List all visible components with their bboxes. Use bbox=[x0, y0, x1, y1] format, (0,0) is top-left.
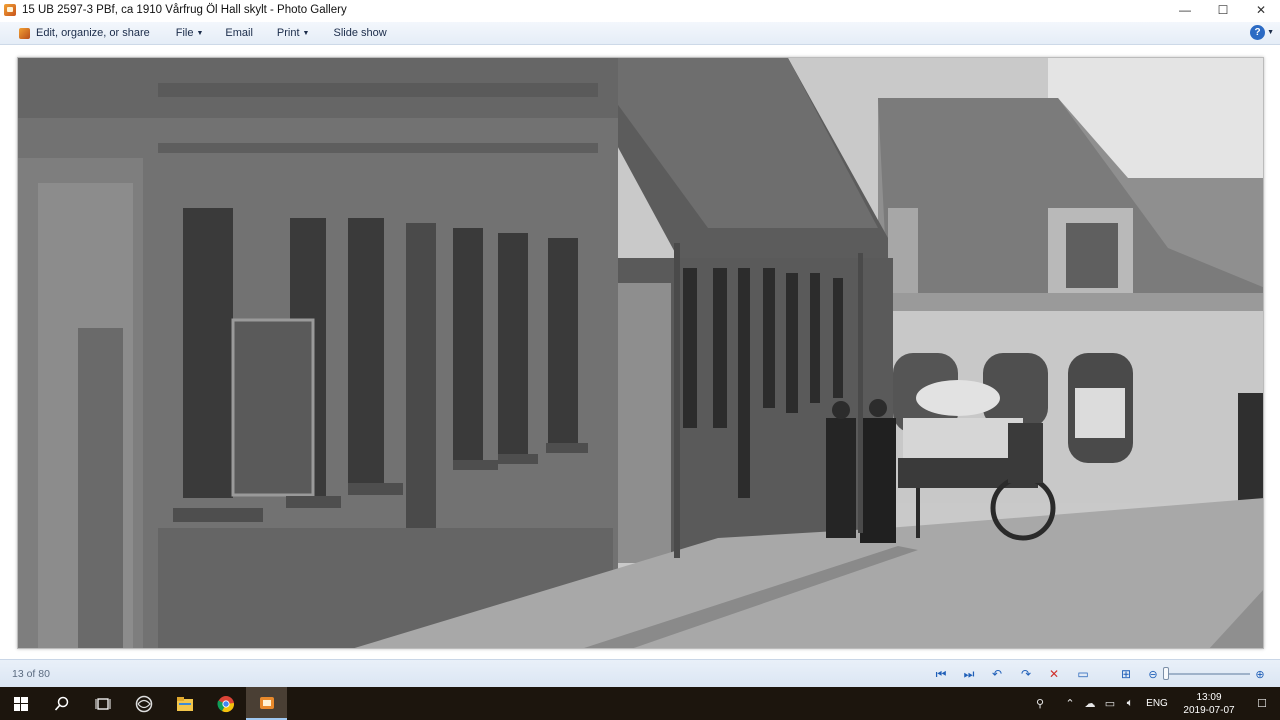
delete-button[interactable]: ✕ bbox=[1046, 666, 1062, 682]
minimize-button[interactable]: — bbox=[1166, 0, 1204, 20]
input-language[interactable]: ENG bbox=[1140, 698, 1174, 709]
clock-date: 2019-07-07 bbox=[1183, 704, 1235, 716]
rotate-left-icon: ↶ bbox=[991, 667, 1003, 681]
photo-viewer bbox=[0, 46, 1280, 658]
photo-gallery-icon bbox=[259, 696, 274, 709]
system-tray: ⚲ ⌃ ☁ ▭ 🔈︎ ENG 13:09 2019-07-07 ☐ bbox=[1030, 687, 1280, 720]
start-icon bbox=[13, 696, 28, 711]
photo-gallery-app-icon bbox=[4, 4, 16, 16]
delete-icon: ✕ bbox=[1048, 667, 1060, 681]
street-photo-image bbox=[18, 58, 1263, 648]
zoom-slider-track[interactable] bbox=[1166, 673, 1250, 675]
battery-icon[interactable]: ▭ bbox=[1100, 697, 1120, 710]
file-menu-label: File bbox=[175, 27, 194, 39]
search-icon bbox=[54, 696, 68, 711]
people-icon[interactable]: ⚲ bbox=[1030, 697, 1050, 710]
email-label: Email bbox=[225, 27, 253, 39]
previous-button[interactable]: ⏮ bbox=[933, 666, 949, 682]
taskbar-file-explorer[interactable] bbox=[164, 687, 205, 720]
next-button[interactable]: ⏭ bbox=[961, 666, 977, 682]
notifications-icon[interactable]: ☐ bbox=[1244, 697, 1280, 710]
file-explorer-icon bbox=[176, 696, 193, 711]
clock[interactable]: 13:09 2019-07-07 bbox=[1174, 691, 1244, 717]
slide-show-label: Slide show bbox=[333, 27, 387, 39]
task-view-icon bbox=[95, 697, 110, 710]
window-title: 15 UB 2597-3 PBf, ca 1910 Vårfrug Öl Hal… bbox=[22, 4, 347, 16]
onedrive-icon[interactable]: ☁ bbox=[1080, 697, 1100, 710]
slide-show-button[interactable]: Slide show bbox=[326, 22, 393, 45]
taskbar-photo-gallery[interactable] bbox=[246, 687, 287, 720]
help-menu[interactable]: ? ▼ bbox=[1250, 25, 1274, 40]
app-globe-icon bbox=[135, 695, 152, 712]
close-button[interactable]: ✕ bbox=[1242, 0, 1280, 20]
rotate-right-button[interactable]: ↷ bbox=[1018, 666, 1034, 682]
search-button[interactable] bbox=[41, 687, 82, 720]
slideshow-button[interactable]: ▭ bbox=[1075, 666, 1091, 682]
fit-button[interactable]: ⊞ bbox=[1118, 666, 1134, 682]
chevron-down-icon: ▼ bbox=[1267, 29, 1274, 36]
clock-time: 13:09 bbox=[1196, 691, 1222, 703]
zoom-slider-thumb[interactable] bbox=[1163, 667, 1169, 680]
rotate-right-icon: ↷ bbox=[1020, 667, 1032, 681]
edit-organize-share-button[interactable]: Edit, organize, or share bbox=[12, 22, 157, 45]
start-button[interactable] bbox=[0, 687, 41, 720]
title-bar: 15 UB 2597-3 PBf, ca 1910 Vårfrug Öl Hal… bbox=[0, 0, 1280, 20]
volume-icon[interactable]: 🔈︎ bbox=[1120, 697, 1140, 710]
fit-icon: ⊞ bbox=[1120, 667, 1132, 681]
task-view-button[interactable] bbox=[82, 687, 123, 720]
next-icon: ⏭ bbox=[963, 666, 975, 681]
taskbar: ⚲ ⌃ ☁ ▭ 🔈︎ ENG 13:09 2019-07-07 ☐ bbox=[0, 687, 1280, 720]
taskbar-app-globe[interactable] bbox=[123, 687, 164, 720]
photo[interactable] bbox=[17, 57, 1264, 649]
zoom-in-button[interactable]: ⊕ bbox=[1252, 666, 1268, 682]
rotate-left-button[interactable]: ↶ bbox=[989, 666, 1005, 682]
window-controls: — ☐ ✕ bbox=[1166, 0, 1280, 20]
zoom-out-icon: ⊖ bbox=[1148, 668, 1158, 681]
photo-counter: 13 of 80 bbox=[12, 668, 50, 680]
toolbar: Edit, organize, or share File ▼ Email Pr… bbox=[0, 22, 1280, 45]
zoom-in-icon: ⊕ bbox=[1255, 668, 1265, 681]
control-bar: 13 of 80 ⏮ ⏭ ↶ ↷ ✕ ▭ ⊞ ⊖ ⊕ bbox=[0, 659, 1280, 687]
help-icon: ? bbox=[1250, 25, 1266, 40]
slideshow-icon: ▭ bbox=[1077, 667, 1089, 681]
edit-organize-share-label: Edit, organize, or share bbox=[36, 27, 150, 39]
previous-icon: ⏮ bbox=[935, 666, 947, 681]
print-menu[interactable]: Print ▼ bbox=[270, 22, 317, 45]
chevron-down-icon: ▼ bbox=[302, 29, 310, 37]
chevron-down-icon: ▼ bbox=[196, 29, 204, 37]
print-menu-label: Print bbox=[276, 27, 300, 39]
chrome-icon bbox=[216, 695, 234, 712]
taskbar-chrome[interactable] bbox=[205, 687, 246, 720]
maximize-button[interactable]: ☐ bbox=[1204, 0, 1242, 20]
zoom-out-button[interactable]: ⊖ bbox=[1145, 666, 1161, 682]
file-menu[interactable]: File ▼ bbox=[169, 22, 211, 45]
chevron-up-icon[interactable]: ⌃ bbox=[1060, 697, 1080, 710]
email-button[interactable]: Email bbox=[218, 22, 260, 45]
organize-icon bbox=[19, 27, 30, 39]
